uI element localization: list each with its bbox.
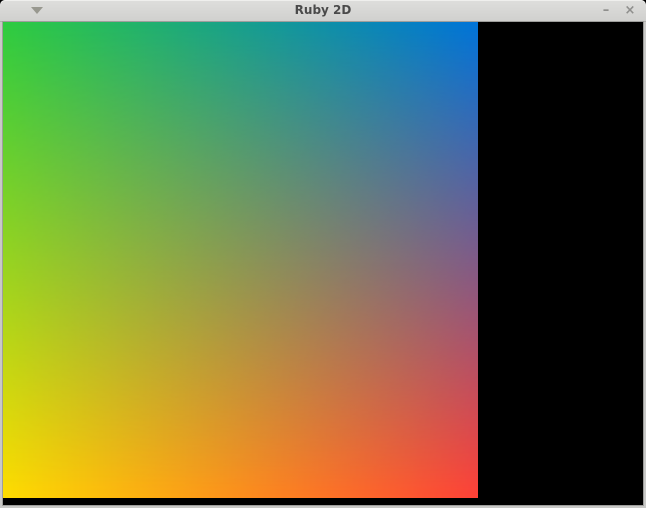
app-window: Ruby 2D – × [0, 0, 646, 508]
app-canvas [2, 21, 644, 506]
close-button[interactable]: × [622, 1, 638, 21]
window-menu-icon[interactable] [31, 7, 43, 14]
titlebar[interactable]: Ruby 2D – × [0, 0, 646, 22]
window-title: Ruby 2D [294, 3, 352, 17]
window-controls: – × [598, 0, 638, 22]
gradient-quad [3, 22, 478, 498]
window-frame [0, 21, 646, 508]
minimize-button[interactable]: – [598, 1, 614, 21]
